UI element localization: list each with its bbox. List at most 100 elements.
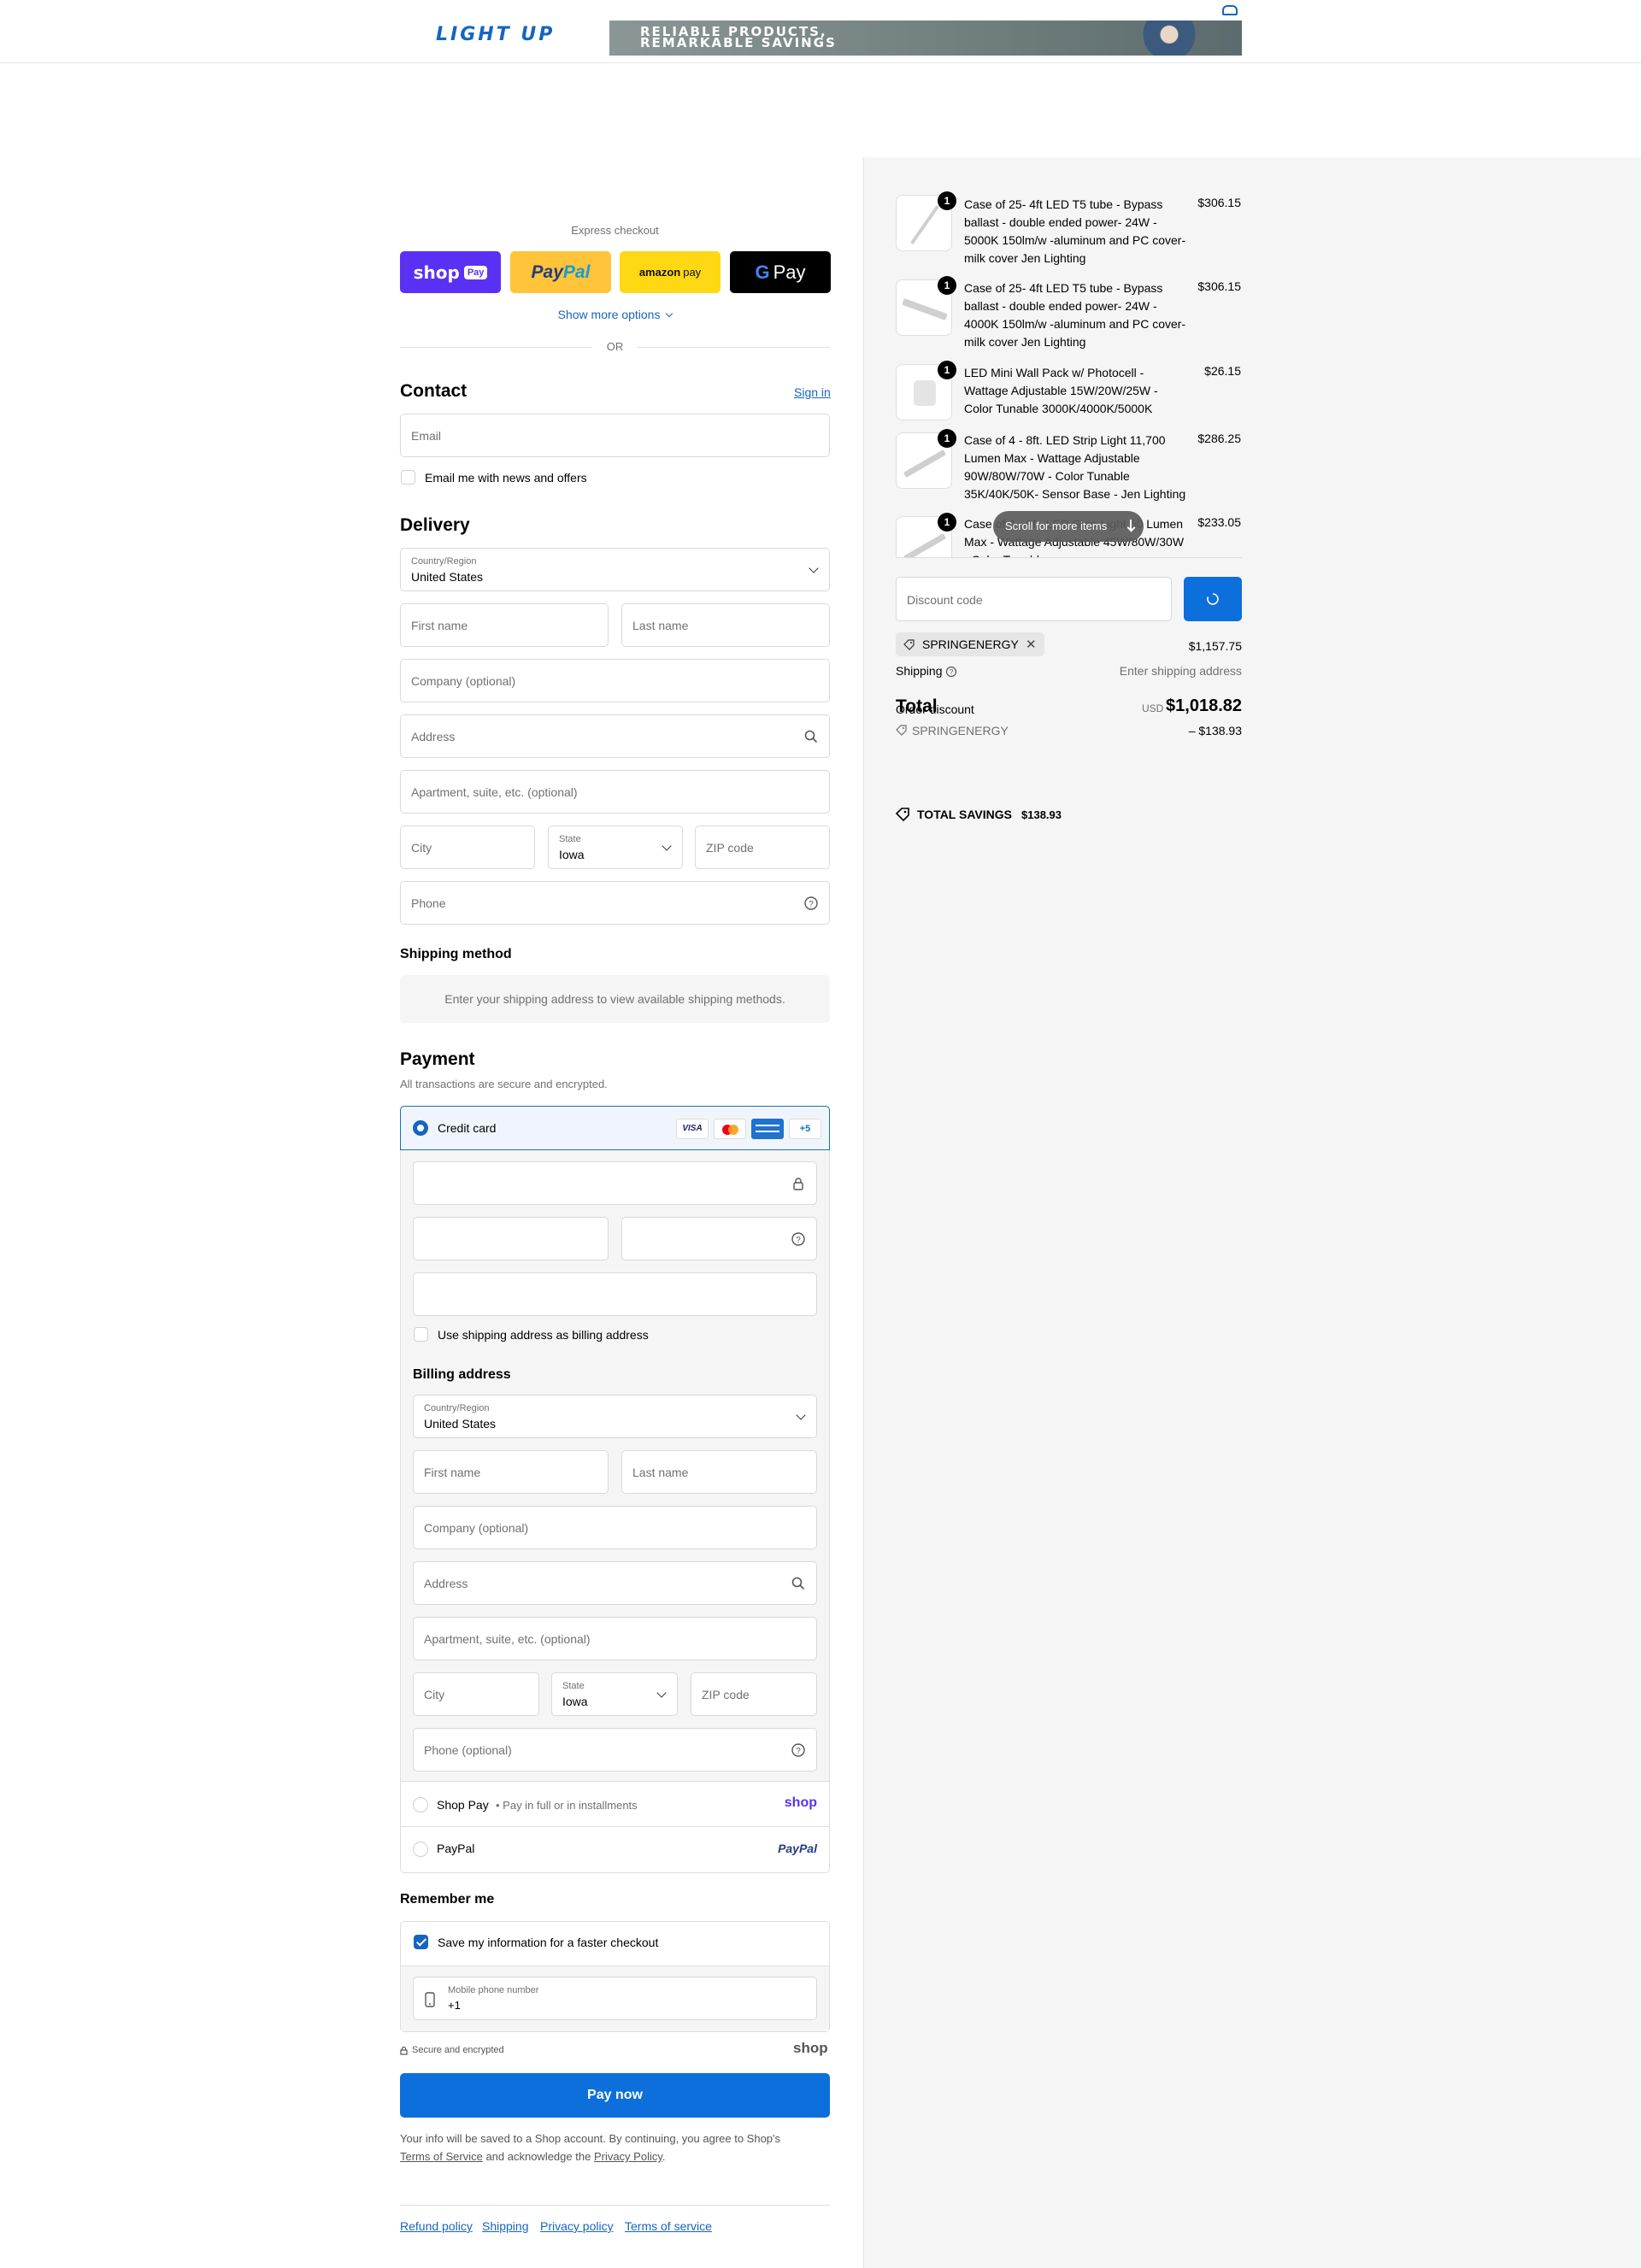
search-icon (804, 730, 818, 743)
help-icon[interactable]: ? (791, 1231, 806, 1247)
last-name-placeholder: Last name (632, 619, 689, 632)
shipping-method-title: Shipping method (400, 947, 512, 961)
billing-phone-placeholder: Phone (optional) (424, 1743, 512, 1757)
legal-text-3: . (662, 2150, 666, 2163)
show-more-options-link[interactable]: Show more options (400, 308, 830, 321)
name-on-card-field[interactable] (413, 1272, 817, 1316)
state-value: Iowa (559, 848, 585, 861)
applied-discount-code: SPRINGENERGY (922, 638, 1019, 651)
state-label: State (559, 834, 581, 844)
first-name-field[interactable]: First name (400, 603, 609, 647)
payment-title: Payment (400, 1049, 475, 1069)
use-shipping-label: Use shipping address as billing address (438, 1328, 649, 1342)
last-name-field[interactable]: Last name (621, 603, 830, 647)
shop-pay-button[interactable]: shop Pay (400, 251, 501, 293)
help-icon[interactable]: ? (945, 666, 957, 678)
paypal-option[interactable]: PayPal PayPal (401, 1827, 829, 1871)
terms-of-service-link[interactable]: Terms of Service (400, 2150, 483, 2163)
billing-last-name-field[interactable]: Last name (621, 1450, 817, 1494)
country-select[interactable]: Country/Region United States (400, 548, 830, 591)
billing-phone-field[interactable]: Phone (optional) ? (413, 1728, 817, 1772)
mobile-phone-value: +1 (448, 1999, 461, 2012)
legal-text-2: and acknowledge the (485, 2150, 591, 2163)
divider-left (400, 347, 592, 348)
sign-in-link[interactable]: Sign in (794, 385, 831, 399)
first-name-placeholder: First name (411, 619, 468, 632)
city-field[interactable]: City (400, 826, 535, 869)
news-checkbox[interactable] (401, 470, 415, 485)
apply-discount-button[interactable] (1184, 577, 1242, 621)
scroll-hint-label: Scroll for more items (1005, 520, 1108, 532)
site-header: LIGHT UP RELIABLE PRODUCTS, REMARKABLE S… (0, 0, 1641, 63)
promo-banner: RELIABLE PRODUCTS, REMARKABLE SAVINGS (609, 21, 1242, 56)
product-name: LED Mini Wall Pack w/ Photocell - Wattag… (964, 366, 1158, 415)
billing-first-name-field[interactable]: First name (413, 1450, 609, 1494)
discount-code-field[interactable]: Discount code (896, 577, 1172, 621)
svg-text:?: ? (950, 668, 954, 676)
privacy-policy-footer-link[interactable]: Privacy policy (540, 2219, 614, 2233)
refund-policy-link[interactable]: Refund policy (400, 2219, 473, 2233)
billing-country-select[interactable]: Country/Region United States (413, 1395, 817, 1438)
billing-state-label: State (562, 1681, 585, 1691)
quantity-badge: 1 (938, 429, 956, 448)
billing-zip-field[interactable]: ZIP code (691, 1672, 817, 1716)
google-pay-button[interactable]: G Pay (730, 251, 831, 293)
state-select[interactable]: State Iowa (548, 826, 683, 869)
card-number-field[interactable] (413, 1161, 817, 1205)
billing-city-field[interactable]: City (413, 1672, 539, 1716)
quantity-badge: 1 (938, 191, 956, 210)
product-name: Case of 25- 4ft LED T5 tube - Bypass bal… (964, 197, 1186, 265)
quantity-badge: 1 (938, 276, 956, 295)
help-icon[interactable]: ? (791, 1742, 806, 1758)
apartment-field[interactable]: Apartment, suite, etc. (optional) (400, 770, 830, 814)
legal-text: Your info will be saved to a Shop accoun… (400, 2130, 830, 2165)
chevron-down-icon (809, 563, 819, 573)
discount-value: – $138.93 (1188, 724, 1242, 737)
paypal-button[interactable]: Pay Pal (510, 251, 611, 293)
scroll-for-more-pill[interactable]: Scroll for more items (993, 511, 1144, 542)
email-field[interactable]: Email (400, 414, 830, 457)
billing-address-field[interactable]: Address (413, 1561, 817, 1605)
billing-zip-placeholder: ZIP code (702, 1688, 750, 1701)
apartment-placeholder: Apartment, suite, etc. (optional) (411, 785, 578, 799)
shipping-link[interactable]: Shipping (482, 2219, 529, 2233)
credit-card-label: Credit card (438, 1121, 497, 1135)
shop-pay-radio[interactable] (413, 1797, 428, 1813)
chevron-down-icon (656, 1688, 667, 1698)
help-icon[interactable]: ? (803, 896, 819, 911)
save-info-checkbox[interactable] (414, 1935, 428, 1949)
country-label: Country/Region (411, 556, 477, 567)
billing-company-field[interactable]: Company (optional) (413, 1506, 817, 1549)
billing-state-select[interactable]: State Iowa (551, 1672, 678, 1716)
country-value: United States (411, 570, 484, 584)
zip-field[interactable]: ZIP code (695, 826, 830, 869)
save-info-label: Save my information for a faster checkou… (438, 1936, 659, 1949)
store-logo[interactable]: LIGHT UP (436, 24, 555, 45)
shop-pay-option[interactable]: Shop Pay • Pay in full or in installment… (401, 1783, 829, 1827)
pay-now-button[interactable]: Pay now (400, 2073, 830, 2118)
shipping-method-message: Enter your shipping address to view avai… (400, 975, 830, 1023)
shop-logo: shop (784, 1795, 817, 1810)
company-field[interactable]: Company (optional) (400, 659, 830, 702)
quantity-badge: 1 (938, 513, 956, 532)
paypal-radio[interactable] (413, 1842, 428, 1857)
security-code-field[interactable]: ? (621, 1217, 817, 1260)
amazon-pay-button[interactable]: amazon pay (620, 251, 721, 293)
billing-apartment-field[interactable]: Apartment, suite, etc. (optional) (413, 1617, 817, 1660)
privacy-policy-link[interactable]: Privacy Policy (594, 2150, 662, 2163)
expiration-field[interactable] (413, 1217, 609, 1260)
address-field[interactable]: Address (400, 714, 830, 758)
or-divider: OR (606, 340, 624, 353)
remove-discount-icon[interactable]: ✕ (1026, 637, 1037, 652)
terms-of-service-footer-link[interactable]: Terms of service (625, 2219, 712, 2233)
cart-icon[interactable] (1222, 5, 1238, 15)
total-savings-label: TOTAL SAVINGS (917, 808, 1012, 821)
show-more-label: Show more options (557, 308, 661, 321)
phone-field[interactable]: Phone ? (400, 881, 830, 925)
product-price: $286.25 (1197, 432, 1241, 445)
items-divider (896, 557, 1242, 558)
use-shipping-checkbox[interactable] (414, 1327, 428, 1342)
credit-card-radio[interactable] (413, 1120, 428, 1136)
mobile-phone-field[interactable]: Mobile phone number +1 (413, 1977, 817, 2020)
credit-card-option[interactable]: Credit card VISA +5 (400, 1106, 830, 1150)
